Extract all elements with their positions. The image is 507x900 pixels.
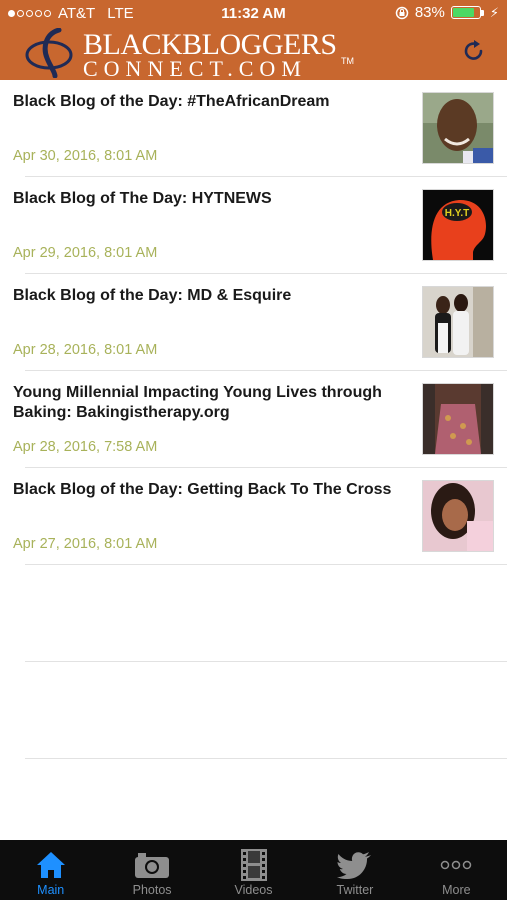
post-title: Black Blog of the Day: MD & Esquire — [13, 287, 292, 304]
tab-label: Twitter — [336, 883, 374, 897]
tab-photos[interactable]: Photos — [101, 840, 202, 900]
post-thumbnail — [422, 92, 494, 164]
post-thumbnail: H.Y.T — [422, 189, 494, 261]
post-title: Young Millennial Impacting Young Lives t… — [13, 384, 382, 421]
post-date: Apr 28, 2016, 7:58 AM — [13, 439, 158, 455]
tab-main[interactable]: Main — [0, 840, 101, 900]
status-bar: AT&T LTE 11:32 AM 83% ⚡ — [0, 0, 507, 28]
brand-domain: CONNECT.COM — [83, 56, 307, 81]
hyt-logo-image: H.Y.T — [423, 190, 493, 260]
empty-row — [0, 662, 507, 759]
tab-twitter[interactable]: Twitter — [304, 840, 405, 900]
post-date: Apr 29, 2016, 8:01 AM — [13, 245, 158, 261]
post-title: Black Blog of the Day: #TheAfricanDream — [13, 93, 330, 110]
brand-logo: BLACKBLOGGERS CONNECT.COM TM — [25, 26, 365, 81]
empty-row — [0, 565, 507, 662]
refresh-button[interactable] — [459, 36, 489, 66]
battery-percent: 83% — [414, 4, 445, 21]
rotation-lock-icon — [395, 6, 409, 19]
post-date: Apr 30, 2016, 8:01 AM — [13, 148, 158, 164]
post-date: Apr 28, 2016, 8:01 AM — [13, 342, 158, 358]
film-icon — [240, 849, 267, 881]
tab-more[interactable]: More — [406, 840, 507, 900]
status-right: 83% ⚡ — [395, 4, 499, 21]
camera-icon — [135, 853, 170, 878]
tab-bar: Main Photos Videos Twitter More — [0, 840, 507, 900]
thumb-text: H.Y.T — [445, 208, 469, 219]
post-row[interactable]: Black Blog of the Day: #TheAfricanDream … — [0, 80, 507, 177]
refresh-icon — [464, 40, 483, 60]
dress-photo-image — [423, 384, 493, 454]
woman-portrait-image — [423, 481, 493, 551]
post-date: Apr 27, 2016, 8:01 AM — [13, 536, 158, 552]
post-row[interactable]: Black Blog of The Day: HYTNEWS Apr 29, 2… — [0, 177, 507, 274]
tab-label: More — [442, 883, 471, 897]
post-row[interactable]: Black Blog of the Day: MD & Esquire Apr … — [0, 274, 507, 371]
battery-icon — [450, 6, 484, 19]
post-thumbnail — [422, 286, 494, 358]
post-row[interactable]: Young Millennial Impacting Young Lives t… — [0, 371, 507, 468]
home-icon — [36, 852, 65, 878]
app-header: AT&T LTE 11:32 AM 83% ⚡ BLACKBLOGGERS CO… — [0, 0, 507, 81]
post-thumbnail — [422, 383, 494, 455]
trademark: TM — [341, 56, 354, 66]
tab-videos[interactable]: Videos — [203, 840, 304, 900]
logo-mark-icon — [25, 28, 73, 78]
charging-icon: ⚡ — [489, 4, 499, 20]
tab-label: Photos — [132, 883, 172, 897]
post-thumbnail — [422, 480, 494, 552]
post-title: Black Blog of the Day: Getting Back To T… — [13, 481, 392, 498]
post-row[interactable]: Black Blog of the Day: Getting Back To T… — [0, 468, 507, 565]
portrait-man-image — [423, 93, 493, 163]
post-list: Black Blog of the Day: #TheAfricanDream … — [0, 80, 507, 759]
tab-label: Main — [37, 883, 65, 897]
more-icon — [441, 860, 472, 870]
bird-icon — [336, 852, 371, 879]
post-title: Black Blog of The Day: HYTNEWS — [13, 190, 272, 207]
tab-label: Videos — [234, 883, 273, 897]
two-women-image — [423, 287, 493, 357]
